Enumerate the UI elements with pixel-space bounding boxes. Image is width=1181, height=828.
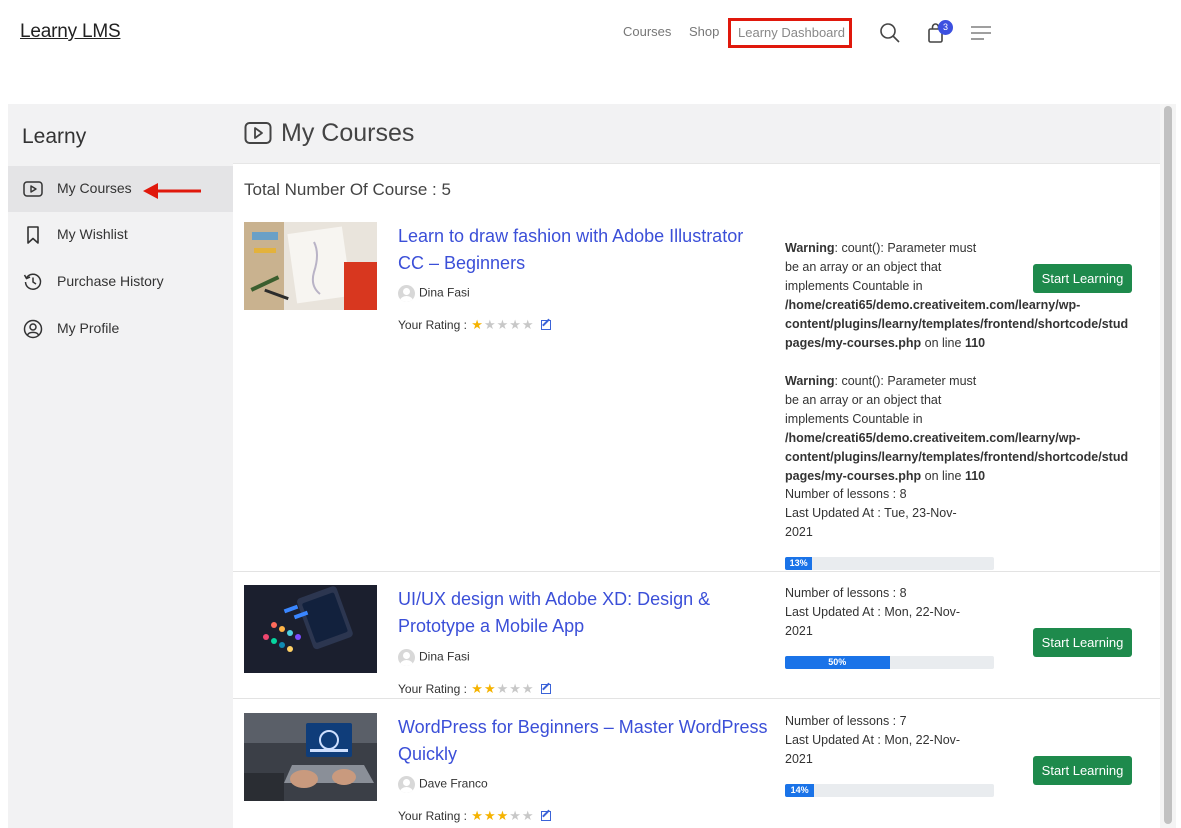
author-name: Dina Fasi: [419, 285, 470, 300]
sidebar-item-label: My Wishlist: [57, 226, 128, 242]
play-circle-icon: [23, 181, 43, 197]
rating-label: Your Rating :: [398, 682, 467, 696]
edit-rating-icon[interactable]: [540, 684, 551, 694]
row-divider: [233, 571, 1160, 572]
course-author: Dave Franco: [398, 776, 488, 794]
edit-rating-icon[interactable]: [540, 811, 551, 821]
site-header: Learny LMS Courses Shop Learny Dashboard…: [0, 0, 1181, 70]
course-progress-bar: 14%: [785, 784, 994, 797]
sidebar-item-my-wishlist[interactable]: My Wishlist: [8, 212, 233, 258]
start-learning-button[interactable]: Start Learning: [1033, 264, 1132, 293]
total-course-count: Total Number Of Course : 5: [244, 180, 451, 199]
course-rating: Your Rating : ★★★★★: [398, 808, 551, 824]
nav-courses-link[interactable]: Courses: [623, 24, 671, 39]
course-title-link[interactable]: UI/UX design with Adobe XD: Design & Pro…: [398, 586, 768, 640]
course-thumbnail[interactable]: [244, 713, 377, 801]
last-updated: Last Updated At : Mon, 22-Nov-: [785, 733, 961, 747]
dashboard-sidebar: Learny My Courses My Wishlist Purchase H…: [8, 104, 233, 828]
start-learning-button[interactable]: Start Learning: [1033, 756, 1132, 785]
star-empty-icon[interactable]: ★: [509, 317, 521, 332]
star-filled-icon[interactable]: ★: [471, 808, 483, 823]
course-meta: Number of lessons : 8 Last Updated At : …: [785, 584, 960, 641]
avatar: [398, 776, 415, 793]
progress-fill: 50%: [785, 656, 890, 669]
red-arrow-annotation: [143, 183, 201, 199]
nav-dashboard-link[interactable]: Learny Dashboard: [728, 18, 852, 48]
lessons-count: Number of lessons : 8: [785, 586, 907, 600]
php-warning-message: Warning: count(): Parameter must be an a…: [785, 241, 1129, 350]
edit-rating-icon[interactable]: [540, 320, 551, 330]
course-meta: Number of lessons : 8 Last Updated At : …: [785, 485, 957, 542]
course-progress-bar: 13%: [785, 557, 994, 570]
course-thumbnail[interactable]: [244, 222, 377, 310]
sidebar-item-label: My Profile: [57, 320, 120, 336]
author-name: Dina Fasi: [419, 649, 470, 664]
wordpress-laptop-image: [244, 713, 377, 801]
vertical-scrollbar[interactable]: [1160, 104, 1176, 828]
sidebar-item-label: My Courses: [57, 180, 132, 196]
course-title-link[interactable]: WordPress for Beginners – Master WordPre…: [398, 714, 768, 768]
user-circle-icon: [23, 319, 43, 339]
avatar: [398, 285, 415, 302]
scrollbar-thumb[interactable]: [1164, 106, 1172, 824]
sidebar-item-label: Purchase History: [57, 273, 164, 289]
uiux-design-image: [244, 585, 377, 673]
cart-count-badge: 3: [938, 20, 953, 35]
lessons-count: Number of lessons : 8: [785, 487, 907, 501]
star-empty-icon[interactable]: ★: [522, 681, 534, 696]
course-title-link[interactable]: Learn to draw fashion with Adobe Illustr…: [398, 223, 768, 277]
main-header: My Courses: [233, 104, 1160, 164]
last-updated: Last Updated At : Mon, 22-Nov-: [785, 605, 961, 619]
avatar: [398, 649, 415, 666]
sidebar-item-my-profile[interactable]: My Profile: [8, 306, 233, 352]
fashion-drawing-image: [244, 222, 377, 310]
progress-fill: 13%: [785, 557, 813, 570]
start-learning-button[interactable]: Start Learning: [1033, 628, 1132, 657]
rating-label: Your Rating :: [398, 809, 467, 823]
bookmark-icon: [27, 226, 39, 244]
site-logo[interactable]: Learny LMS: [20, 21, 121, 43]
sidebar-title: Learny: [22, 125, 87, 148]
course-thumbnail[interactable]: [244, 585, 377, 673]
course-author: Dina Fasi: [398, 649, 470, 667]
lessons-count: Number of lessons : 7: [785, 714, 907, 728]
nav-shop-link[interactable]: Shop: [689, 24, 719, 39]
star-empty-icon[interactable]: ★: [497, 681, 509, 696]
star-empty-icon[interactable]: ★: [484, 317, 496, 332]
course-progress-bar: 50%: [785, 656, 994, 669]
course-author: Dina Fasi: [398, 285, 470, 303]
star-filled-icon[interactable]: ★: [484, 808, 496, 823]
star-filled-icon[interactable]: ★: [471, 317, 483, 332]
page-title: My Courses: [281, 119, 415, 147]
search-icon[interactable]: [879, 22, 901, 44]
star-empty-icon[interactable]: ★: [497, 317, 509, 332]
star-empty-icon[interactable]: ★: [522, 808, 534, 823]
author-name: Dave Franco: [419, 776, 488, 791]
star-empty-icon[interactable]: ★: [522, 317, 534, 332]
rating-label: Your Rating :: [398, 318, 467, 332]
rating-stars[interactable]: ★★★★★: [470, 317, 534, 332]
last-updated: Last Updated At : Tue, 23-Nov-: [785, 506, 957, 520]
star-filled-icon[interactable]: ★: [497, 808, 509, 823]
course-meta: Number of lessons : 7 Last Updated At : …: [785, 712, 960, 769]
course-rating: Your Rating : ★★★★★: [398, 681, 551, 697]
star-empty-icon[interactable]: ★: [509, 808, 521, 823]
star-empty-icon[interactable]: ★: [509, 681, 521, 696]
rating-stars[interactable]: ★★★★★: [470, 681, 534, 696]
star-filled-icon[interactable]: ★: [484, 681, 496, 696]
progress-fill: 14%: [785, 784, 815, 797]
last-updated-year: 2021: [785, 525, 813, 539]
last-updated-year: 2021: [785, 624, 813, 638]
hamburger-menu-icon[interactable]: [970, 22, 992, 44]
play-circle-icon: [244, 122, 272, 144]
star-filled-icon[interactable]: ★: [471, 681, 483, 696]
sidebar-item-purchase-history[interactable]: Purchase History: [8, 259, 233, 305]
history-icon: [23, 273, 42, 290]
last-updated-year: 2021: [785, 752, 813, 766]
php-warning-message: Warning: count(): Parameter must be an a…: [785, 374, 1129, 483]
rating-stars[interactable]: ★★★★★: [470, 808, 534, 823]
course-rating: Your Rating : ★★★★★: [398, 317, 551, 333]
row-divider: [233, 698, 1160, 699]
